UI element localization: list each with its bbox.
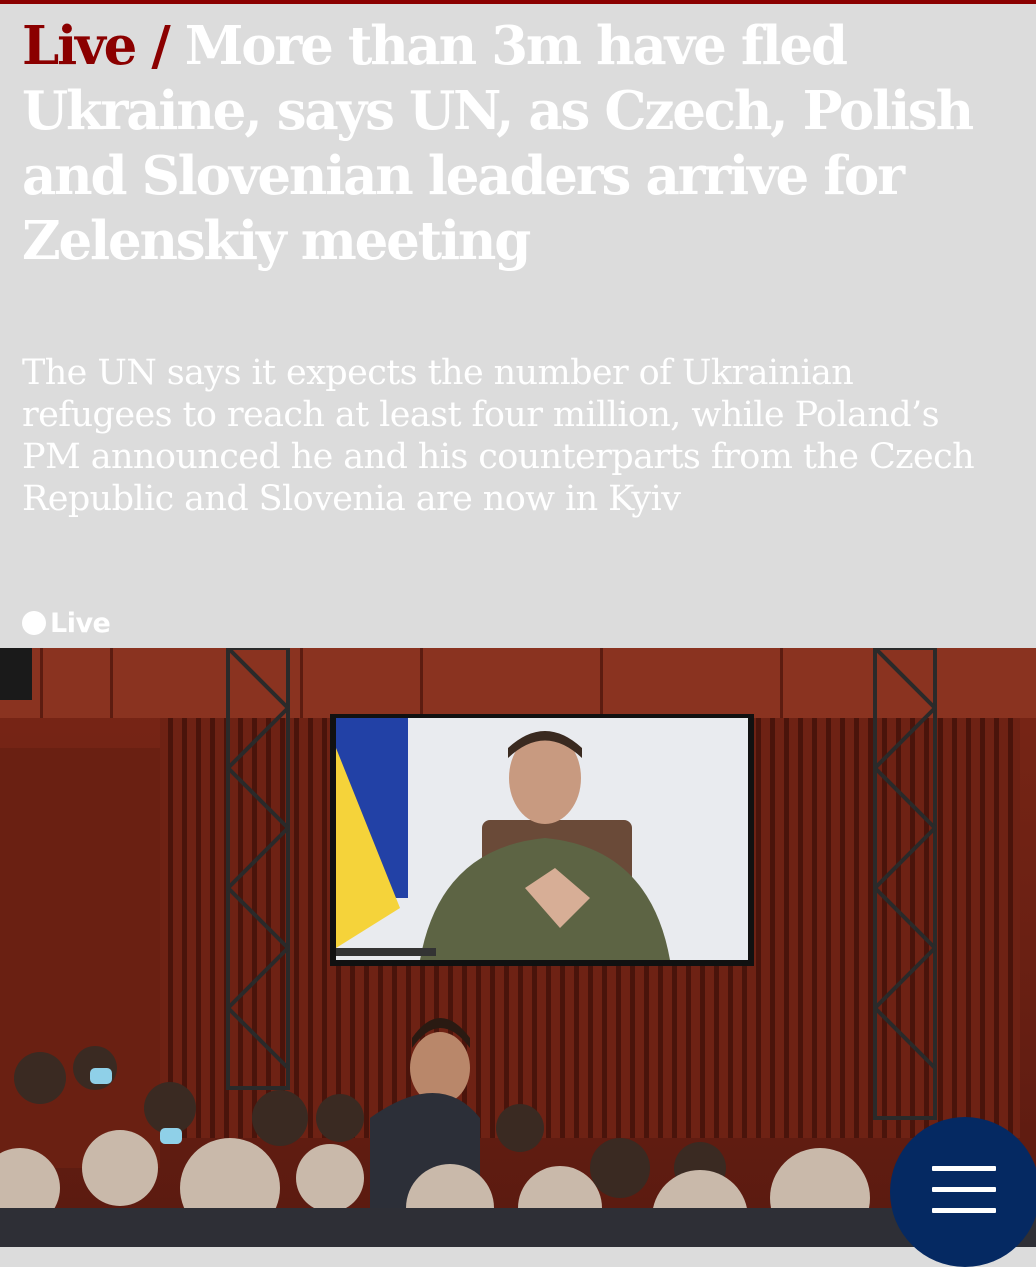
live-label: Live [50,607,111,639]
live-dot-icon [22,611,46,635]
article-header: Live / More than 3m have fled Ukraine, s… [0,4,1036,648]
live-badge: Live [22,607,111,639]
live-kicker: Live / [22,15,171,77]
standfirst: The UN says it expects the number of Ukr… [22,353,975,519]
headline: Live / More than 3m have fled Ukraine, s… [22,14,1022,274]
menu-button[interactable] [890,1117,1036,1267]
main-photo [0,648,1036,1247]
parliament-photo-illustration [0,648,1036,1247]
